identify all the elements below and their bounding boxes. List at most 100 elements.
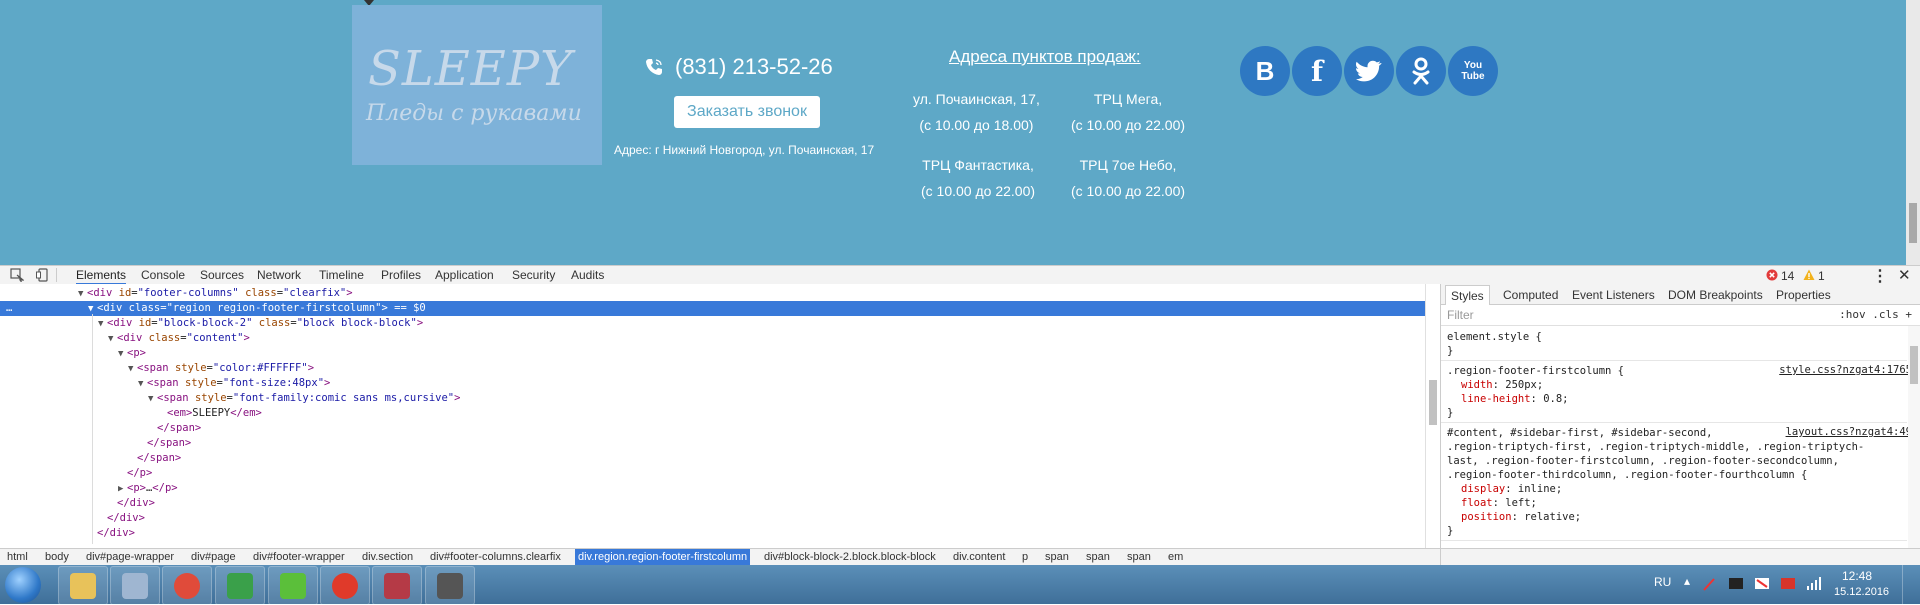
rule-selector[interactable]: #content, #sidebar-first, #sidebar-secon…: [1447, 426, 1713, 440]
breadcrumb-item[interactable]: div.section: [359, 549, 416, 566]
sublime-text-icon[interactable]: [425, 566, 475, 605]
rule-source-link[interactable]: layout.css?nzgat4:49: [1786, 426, 1912, 438]
inspect-element-icon[interactable]: [10, 268, 24, 282]
breadcrumb-item[interactable]: div#page-wrapper: [83, 549, 177, 566]
calculator-icon[interactable]: [110, 566, 160, 605]
mail-agent-icon[interactable]: [215, 566, 265, 605]
property-name[interactable]: position: [1461, 511, 1512, 523]
tab-computed[interactable]: Computed: [1503, 288, 1558, 302]
style-property[interactable]: float: left;: [1461, 496, 1537, 510]
tab-dom-breakpoints[interactable]: DOM Breakpoints: [1668, 288, 1763, 302]
tab-security[interactable]: Security: [512, 268, 555, 282]
rule-selector[interactable]: .region-footer-firstcolumn {: [1447, 364, 1624, 378]
save-app-icon[interactable]: [372, 566, 422, 605]
expand-toggle-icon[interactable]: ▼: [138, 377, 147, 392]
filter-toggle-buttons[interactable]: :hov .cls +: [1839, 308, 1912, 321]
flag-tray-icon[interactable]: [1754, 577, 1770, 591]
property-value[interactable]: : inline;: [1505, 483, 1562, 495]
styles-scrollbar[interactable]: [1908, 326, 1920, 548]
start-button-icon[interactable]: [5, 567, 41, 603]
logo-box[interactable]: SLEEPY Пледы с рукавами: [352, 5, 602, 165]
dom-node-row[interactable]: ▼ <p>: [0, 346, 146, 361]
twitter-icon[interactable]: [1344, 46, 1394, 96]
dom-node-row[interactable]: </div>: [0, 526, 135, 541]
dom-node-row[interactable]: </p>: [0, 466, 152, 481]
youtube-icon[interactable]: You Tube: [1448, 46, 1498, 96]
page-scrollbar[interactable]: [1906, 0, 1920, 265]
clock-date[interactable]: 15.12.2016: [1834, 586, 1889, 598]
breadcrumb-item[interactable]: html: [4, 549, 31, 566]
elements-scrollbar-thumb[interactable]: [1429, 380, 1437, 425]
property-value[interactable]: : relative;: [1512, 511, 1582, 523]
tab-event-listeners[interactable]: Event Listeners: [1572, 288, 1655, 302]
rule-selector[interactable]: element.style {: [1447, 330, 1542, 344]
network-tray-icon[interactable]: [1806, 577, 1822, 591]
device-mode-icon[interactable]: [36, 268, 50, 282]
page-scrollbar-thumb[interactable]: [1909, 203, 1917, 243]
dom-node-row[interactable]: ▼ <div id="footer-columns" class="clearfi…: [0, 286, 353, 301]
expand-toggle-icon[interactable]: ▼: [128, 362, 137, 377]
expand-toggle-icon[interactable]: ▼: [108, 332, 117, 347]
tab-sources[interactable]: Sources: [200, 268, 244, 282]
style-property[interactable]: width: 250px;: [1461, 378, 1543, 392]
dom-node-row[interactable]: <em>SLEEPY</em>: [0, 406, 262, 421]
style-property[interactable]: line-height: 0.8;: [1461, 392, 1568, 406]
elements-scrollbar[interactable]: [1425, 284, 1440, 548]
pen-tray-icon[interactable]: [1702, 577, 1718, 591]
tab-timeline[interactable]: Timeline: [319, 268, 364, 282]
tab-elements[interactable]: Elements: [76, 268, 127, 285]
show-desktop-button[interactable]: [1902, 565, 1920, 604]
styles-filter-input[interactable]: Filter: [1447, 308, 1474, 322]
tab-network[interactable]: Network: [257, 268, 301, 282]
breadcrumb-item[interactable]: div.region.region-footer-firstcolumn: [575, 549, 751, 566]
rule-selector[interactable]: .region-footer-thirdcolumn, .region-foot…: [1447, 468, 1807, 482]
facebook-icon[interactable]: f: [1292, 46, 1342, 96]
tab-styles[interactable]: Styles: [1445, 285, 1490, 305]
security-tray-icon[interactable]: [1780, 577, 1796, 591]
expand-toggle-icon[interactable]: ▶: [118, 482, 127, 497]
property-value[interactable]: : 0.8;: [1531, 393, 1569, 405]
breadcrumb-item[interactable]: p: [1019, 549, 1031, 566]
rule-source-link[interactable]: style.css?nzgat4:1765: [1779, 364, 1912, 376]
warning-icon[interactable]: [1803, 269, 1815, 281]
clock-time[interactable]: 12:48: [1842, 569, 1872, 583]
explorer-icon[interactable]: [58, 566, 108, 605]
phone-number[interactable]: (831) 213-52-26: [675, 54, 833, 80]
tab-properties[interactable]: Properties: [1776, 288, 1831, 302]
rule-selector[interactable]: .region-triptych-first, .region-triptych…: [1447, 440, 1864, 454]
property-name[interactable]: float: [1461, 497, 1493, 509]
style-property[interactable]: position: relative;: [1461, 510, 1581, 524]
display-tray-icon[interactable]: [1728, 577, 1744, 591]
breadcrumb-item[interactable]: body: [42, 549, 72, 566]
chrome-icon[interactable]: [162, 566, 212, 605]
property-value[interactable]: : left;: [1493, 497, 1537, 509]
dom-node-row[interactable]: ▼ <div class="content">: [0, 331, 250, 346]
dom-node-row[interactable]: </div>: [0, 511, 145, 526]
odnoklassniki-icon[interactable]: [1396, 46, 1446, 96]
breadcrumb-item[interactable]: div.content: [950, 549, 1008, 566]
expand-toggle-icon[interactable]: ▼: [98, 317, 107, 332]
dom-node-row[interactable]: ▼ <span style="font-family:comic sans ms,…: [0, 391, 460, 406]
property-name[interactable]: line-height: [1461, 393, 1531, 405]
style-property[interactable]: display: inline;: [1461, 482, 1562, 496]
show-hidden-icons-icon[interactable]: ▴: [1684, 574, 1690, 588]
yandex-browser-icon[interactable]: [320, 566, 370, 605]
kebab-menu-icon[interactable]: ⋮: [1872, 266, 1888, 286]
expand-toggle-icon[interactable]: ▼: [118, 347, 127, 362]
expand-toggle-icon[interactable]: ▼: [78, 287, 87, 302]
dom-node-row[interactable]: </span>: [0, 451, 181, 466]
warning-count[interactable]: 1: [1818, 269, 1825, 283]
breadcrumb-item[interactable]: span: [1042, 549, 1072, 566]
tab-profiles[interactable]: Profiles: [381, 268, 421, 282]
dom-node-row[interactable]: ▼ <div id="block-block-2" class="block bl…: [0, 316, 423, 331]
stores-title-link[interactable]: Адреса пунктов продаж:: [949, 47, 1141, 67]
property-value[interactable]: : 250px;: [1493, 379, 1544, 391]
dom-node-row[interactable]: </div>: [0, 496, 155, 511]
dom-node-row[interactable]: ▼ <span style="font-size:48px">: [0, 376, 330, 391]
dom-node-row[interactable]: ▼ <span style="color:#FFFFFF">: [0, 361, 314, 376]
breadcrumb-item[interactable]: span: [1083, 549, 1113, 566]
error-count[interactable]: 14: [1781, 269, 1794, 283]
expand-toggle-icon[interactable]: ▼: [148, 392, 157, 407]
close-devtools-icon[interactable]: ✕: [1898, 266, 1911, 284]
property-name[interactable]: display: [1461, 483, 1505, 495]
